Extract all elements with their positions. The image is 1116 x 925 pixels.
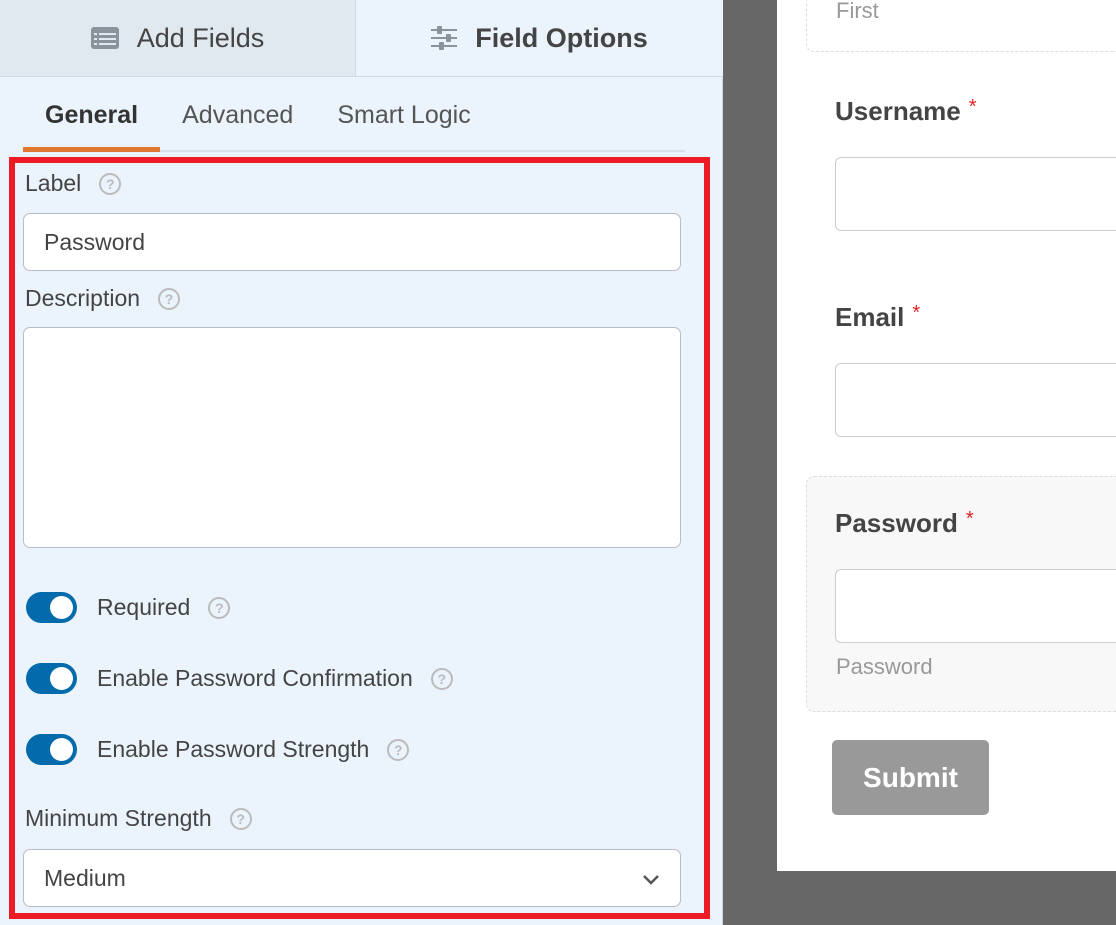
toggle-knob bbox=[50, 596, 73, 619]
tab-field-options[interactable]: Field Options bbox=[356, 0, 723, 76]
username-input[interactable] bbox=[835, 157, 1116, 231]
submit-button[interactable]: Submit bbox=[832, 740, 989, 815]
description-label-text: Description bbox=[25, 285, 141, 311]
tab-field-options-label: Field Options bbox=[475, 22, 648, 53]
required-toggle-label: Required bbox=[97, 594, 191, 620]
label-input[interactable]: Password bbox=[23, 213, 681, 271]
password-sublabel: Password bbox=[836, 654, 933, 679]
username-label-text: Username bbox=[835, 96, 961, 126]
panel-tabs: Add Fields Field Options bbox=[0, 0, 723, 77]
required-asterisk: * bbox=[965, 508, 974, 530]
help-icon[interactable]: ? bbox=[208, 596, 231, 619]
password-label: Password * bbox=[835, 508, 974, 539]
field-options-panel: Add Fields Field Options General Advance… bbox=[0, 0, 723, 925]
email-label-text: Email bbox=[835, 302, 905, 332]
password-strength-toggle[interactable] bbox=[26, 734, 77, 765]
required-asterisk: * bbox=[968, 96, 977, 118]
name-first-sublabel: First bbox=[836, 0, 879, 23]
options-sub-tabs: General Advanced Smart Logic bbox=[23, 77, 685, 152]
email-label: Email * bbox=[835, 302, 920, 333]
tab-advanced[interactable]: Advanced bbox=[160, 101, 315, 150]
help-icon[interactable]: ? bbox=[99, 172, 122, 195]
help-icon[interactable]: ? bbox=[430, 667, 453, 690]
help-icon[interactable]: ? bbox=[158, 287, 181, 310]
minimum-strength-value: Medium bbox=[44, 864, 126, 891]
minimum-strength-label-text: Minimum Strength bbox=[25, 805, 212, 831]
password-confirmation-toggle[interactable] bbox=[26, 663, 77, 694]
description-textarea[interactable] bbox=[23, 327, 681, 548]
help-icon[interactable]: ? bbox=[229, 807, 252, 830]
password-label-text: Password bbox=[835, 508, 958, 538]
password-confirmation-label: Enable Password Confirmation bbox=[97, 665, 413, 691]
chevron-down-icon bbox=[642, 865, 660, 892]
password-confirmation-toggle-row: Enable Password Confirmation ? bbox=[26, 663, 453, 694]
label-input-value: Password bbox=[44, 228, 145, 255]
toggle-knob bbox=[50, 738, 73, 761]
email-input[interactable] bbox=[835, 363, 1116, 437]
username-label: Username * bbox=[835, 96, 977, 127]
password-input[interactable] bbox=[835, 569, 1116, 643]
list-icon bbox=[90, 27, 119, 49]
sliders-icon bbox=[431, 26, 458, 50]
help-icon[interactable]: ? bbox=[387, 738, 410, 761]
minimum-strength-label: Minimum Strength ? bbox=[25, 805, 252, 832]
required-toggle-row: Required ? bbox=[26, 592, 231, 623]
password-strength-label: Enable Password Strength bbox=[97, 736, 370, 762]
tab-smart-logic[interactable]: Smart Logic bbox=[315, 101, 492, 150]
label-field-label: Label ? bbox=[25, 170, 122, 197]
minimum-strength-select[interactable]: Medium bbox=[23, 849, 681, 907]
required-toggle[interactable] bbox=[26, 592, 77, 623]
label-field-label-text: Label bbox=[25, 170, 82, 196]
tab-add-fields[interactable]: Add Fields bbox=[0, 0, 356, 76]
tab-add-fields-label: Add Fields bbox=[136, 22, 265, 53]
required-asterisk: * bbox=[912, 302, 921, 324]
toggle-knob bbox=[50, 667, 73, 690]
tab-general[interactable]: General bbox=[23, 101, 161, 152]
description-field-label: Description ? bbox=[25, 285, 181, 312]
password-strength-toggle-row: Enable Password Strength ? bbox=[26, 734, 410, 765]
